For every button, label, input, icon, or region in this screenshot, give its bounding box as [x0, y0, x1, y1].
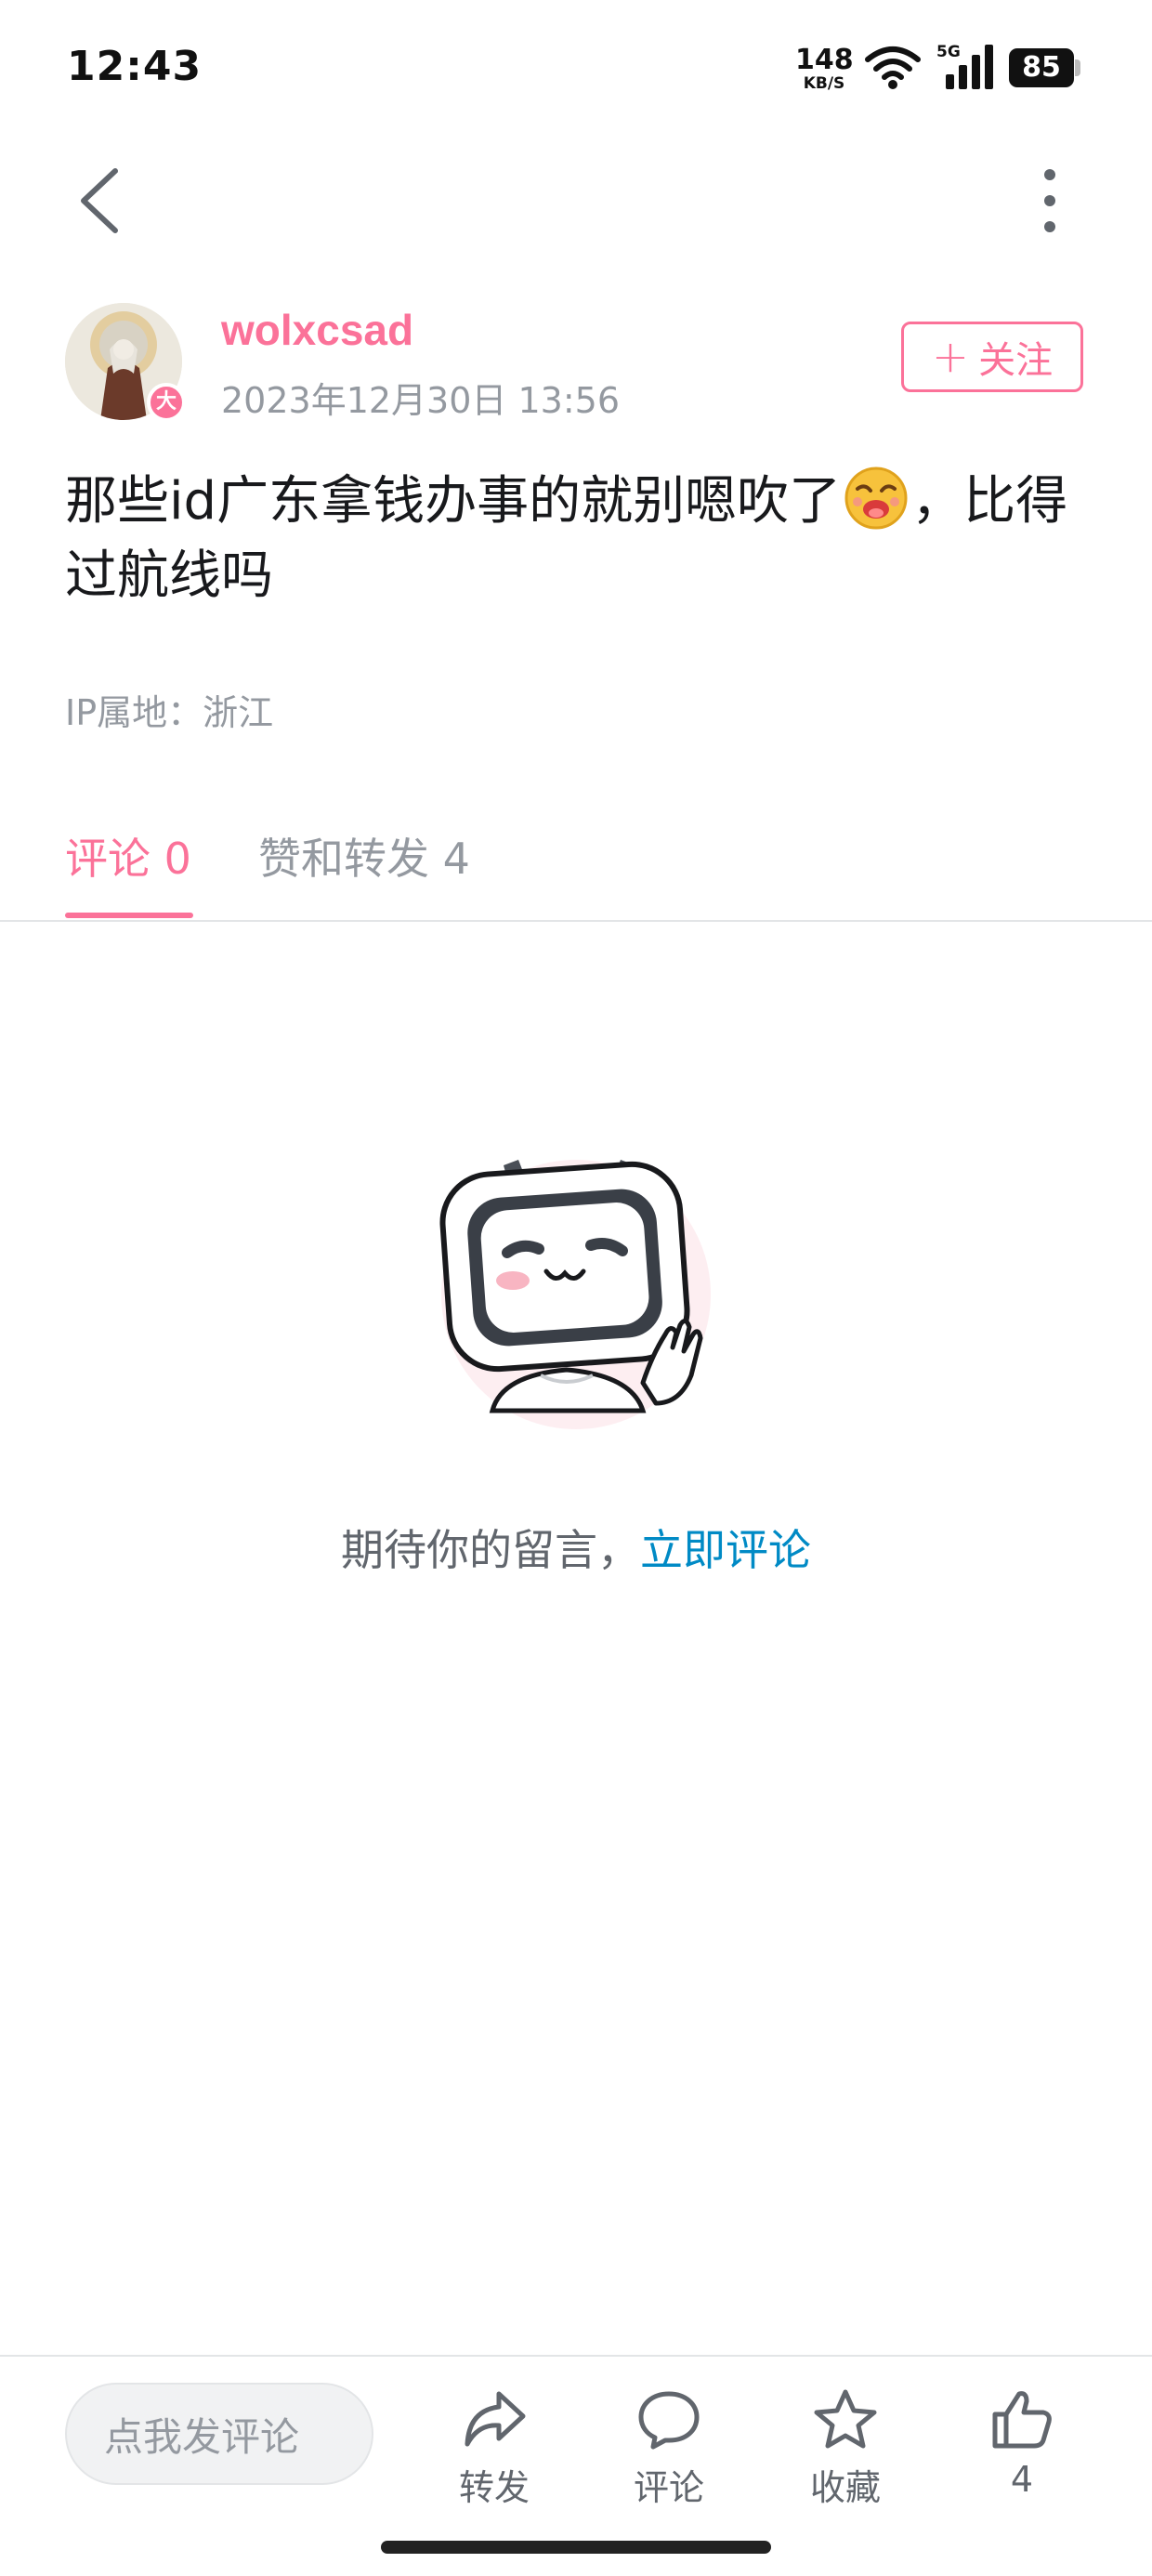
network-speed-value: 148: [795, 44, 854, 76]
tab-comments[interactable]: 评论 0: [65, 825, 191, 887]
author-name[interactable]: wolxcsad: [221, 305, 413, 355]
status-time: 12:43: [67, 43, 203, 90]
network-speed-unit: KB/S: [803, 74, 845, 93]
like-count: 4: [1010, 2459, 1034, 2500]
more-button[interactable]: [1022, 164, 1078, 238]
favorite-label: 收藏: [809, 2467, 881, 2508]
thumb-up-icon: [992, 2391, 1052, 2449]
more-icon: [1044, 169, 1055, 232]
ip-location: IP属地：浙江: [65, 692, 274, 733]
comment-now-link[interactable]: 立即评论: [640, 1525, 811, 1575]
like-button[interactable]: 4: [962, 2388, 1082, 2509]
signal-icon: 5G: [936, 43, 998, 91]
battery-cap: [1075, 59, 1080, 76]
bottom-bar-divider: [0, 2355, 1152, 2357]
tab-likes-shares[interactable]: 赞和转发 4: [258, 825, 470, 887]
comment-icon: [638, 2391, 700, 2450]
emoji-icon: [844, 467, 908, 530]
comment-button[interactable]: 评论: [609, 2388, 729, 2509]
wifi-icon: [865, 46, 921, 89]
empty-state-text: 期待你的留言，立即评论: [0, 1517, 1152, 1578]
star-icon: [814, 2389, 877, 2449]
vip-badge: 大: [147, 383, 186, 422]
home-indicator[interactable]: [381, 2541, 771, 2554]
follow-button[interactable]: + 关注: [901, 322, 1083, 392]
post-time: 2023年12月30日 13:56: [221, 380, 621, 421]
post-text-part-1: 那些id广东拿钱办事的就别嗯吹了: [65, 471, 842, 532]
tab-divider: [0, 920, 1152, 922]
tv-mascot-illustration: [439, 1160, 711, 1429]
follow-label: 关注: [978, 339, 1054, 382]
back-icon: [81, 168, 118, 233]
post-text: 那些id广东拿钱办事的就别嗯吹了 ，比得过航线吗: [65, 465, 1096, 613]
comment-label: 评论: [633, 2467, 704, 2508]
share-icon: [465, 2391, 526, 2447]
plus-icon: +: [931, 331, 970, 383]
status-bar: 12:43 148 KB/S 5G 85: [0, 0, 1152, 139]
share-label: 转发: [458, 2467, 530, 2508]
back-button[interactable]: [67, 164, 132, 238]
battery-icon: 85: [1009, 48, 1081, 87]
active-tab-indicator: [65, 913, 193, 918]
battery-level: 85: [1009, 48, 1074, 87]
network-speed: 148 KB/S: [795, 44, 854, 93]
favorite-button[interactable]: 收藏: [785, 2388, 906, 2509]
share-button[interactable]: 转发: [434, 2388, 555, 2509]
empty-state-message: 期待你的留言，: [341, 1525, 640, 1575]
comment-input[interactable]: 点我发评论: [65, 2383, 373, 2485]
